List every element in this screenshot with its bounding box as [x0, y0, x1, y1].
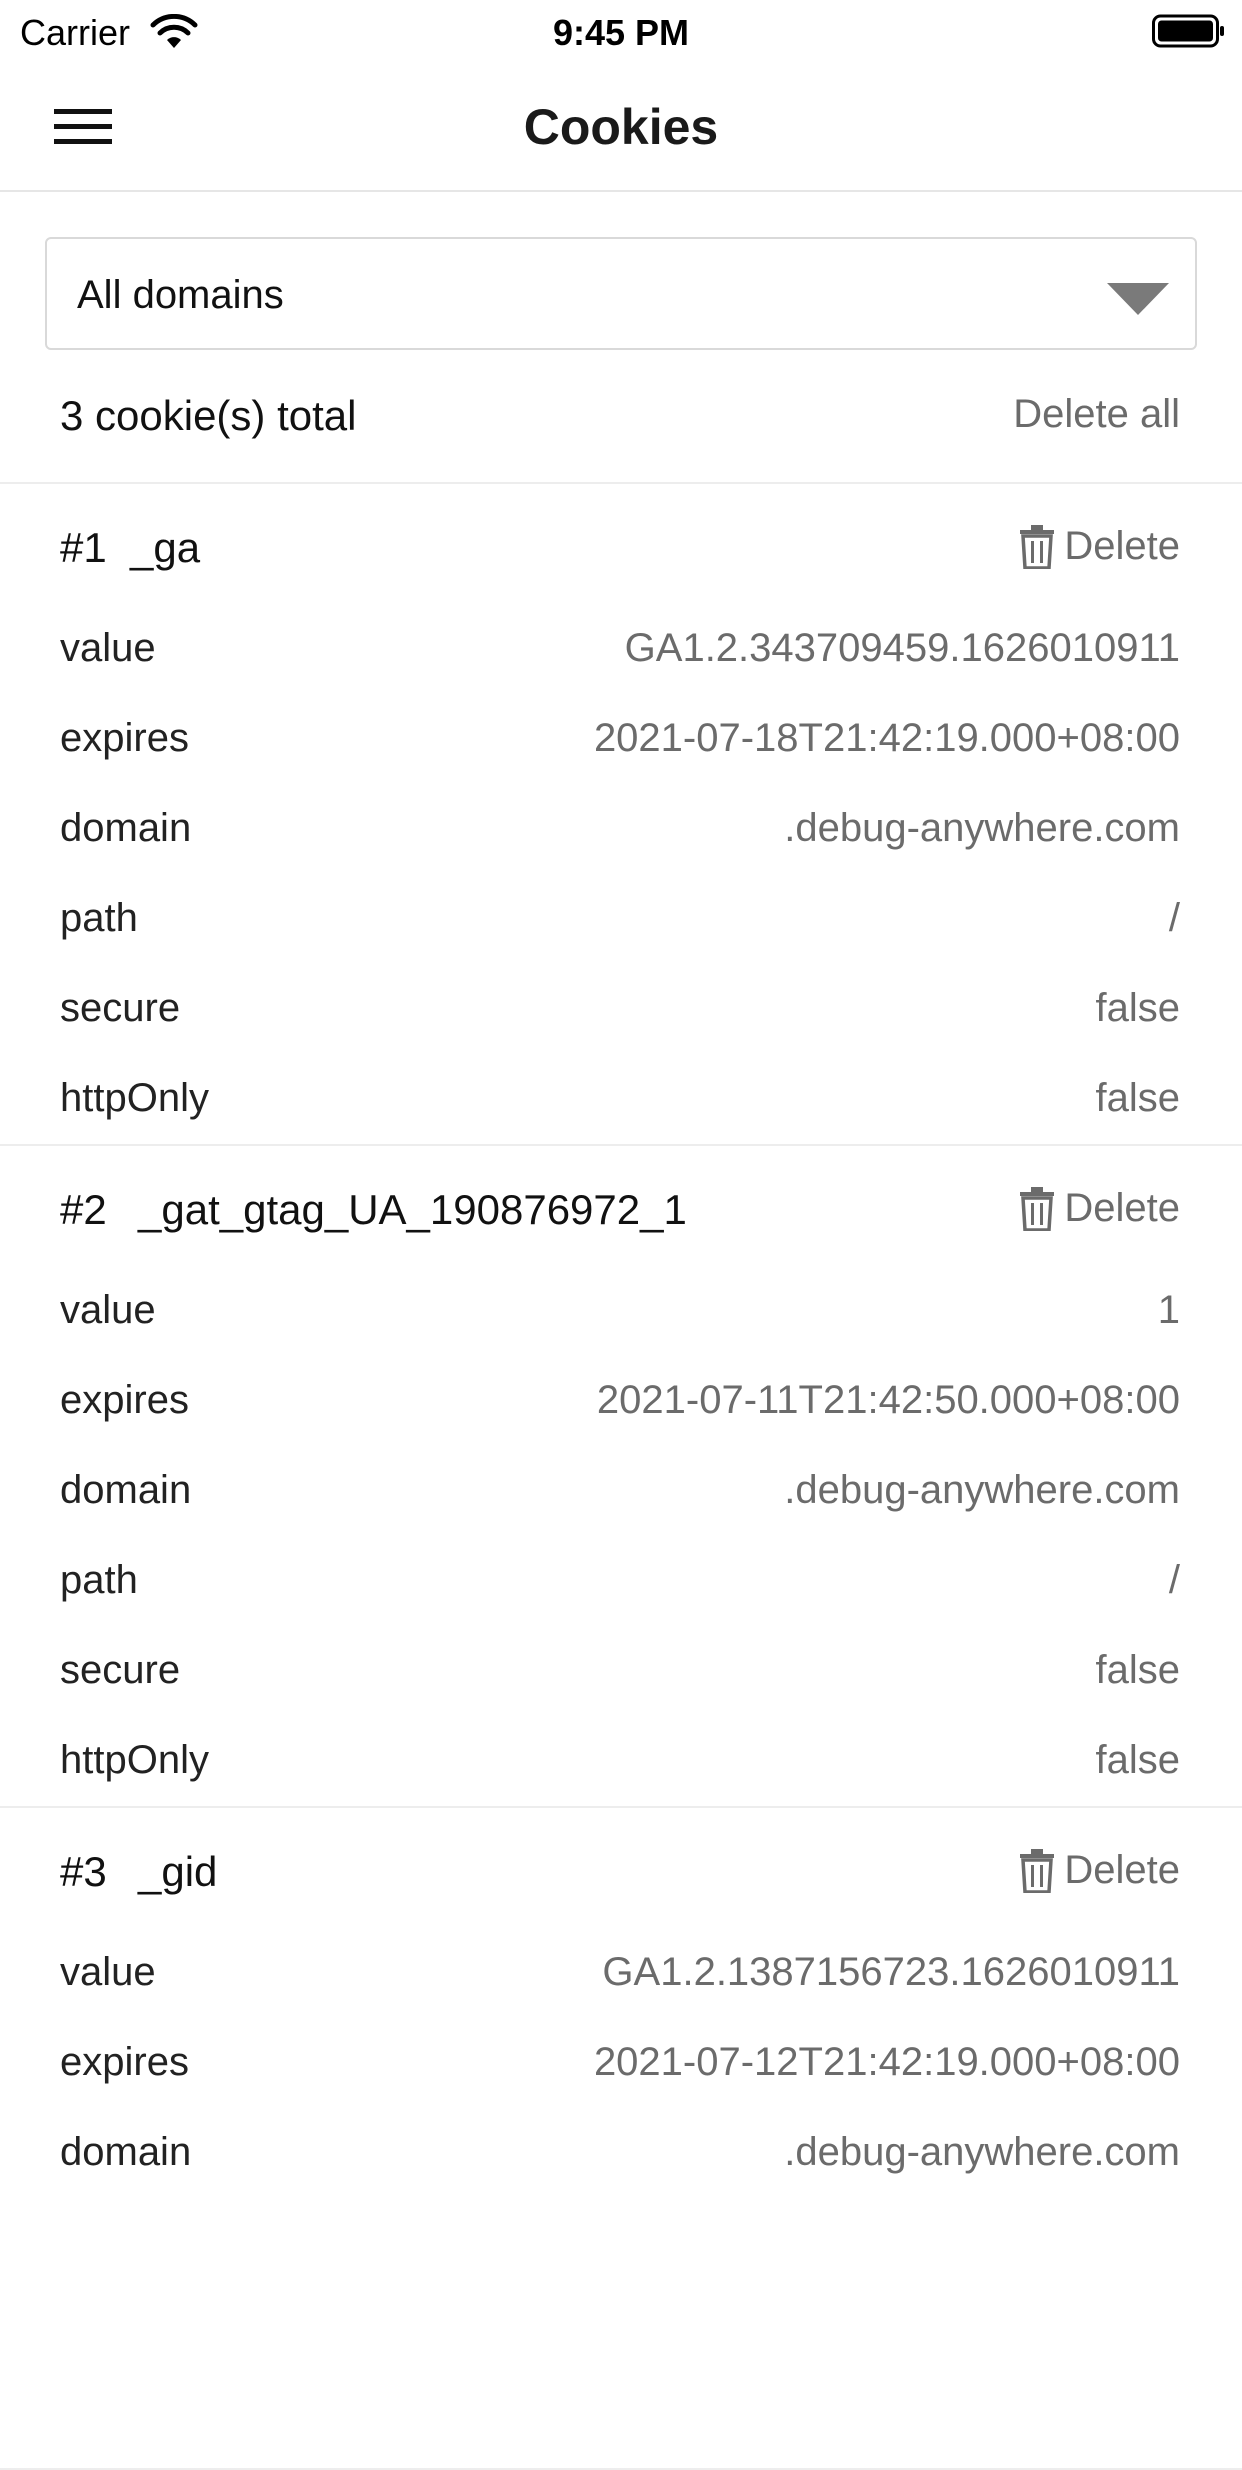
field-value: GA1.2.343709459.1626010911 [624, 626, 1180, 670]
cookie-count: 3 cookie(s) total [60, 392, 357, 439]
delete-cookie-button[interactable]: Delete [1018, 1186, 1180, 1231]
trash-icon [1020, 524, 1055, 569]
cookie-field-row: httpOnly false [0, 1054, 1242, 1144]
cookie-field-row: value GA1.2.343709459.1626010911 [0, 604, 1242, 694]
field-label: httpOnly [60, 1076, 209, 1120]
cookie-field-row: expires 2021-07-11T21:42:50.000+08:00 [0, 1356, 1242, 1446]
field-value: false [1095, 1738, 1181, 1782]
cookie-name: _ga [130, 524, 201, 571]
delete-label: Delete [1064, 1848, 1180, 1892]
status-time: 9:45 PM [552, 12, 690, 53]
domain-filter-select[interactable]: All domains [45, 237, 1197, 350]
field-label: domain [60, 1468, 192, 1512]
field-label: secure [60, 986, 181, 1030]
cookie-index: #3 [60, 1848, 107, 1895]
navigation-bar: Cookies [0, 62, 1242, 192]
domain-filter-value: All domains [77, 273, 284, 317]
battery-icon [1152, 14, 1224, 48]
field-label: httpOnly [60, 1738, 209, 1782]
cookie-field-row: secure false [0, 964, 1242, 1054]
field-value: GA1.2.1387156723.1626010911 [602, 1950, 1180, 1994]
field-value: 1 [1157, 1288, 1180, 1332]
page-title: Cookies [523, 99, 719, 155]
field-value: false [1095, 1076, 1181, 1120]
delete-all-button[interactable]: Delete all [1013, 392, 1180, 437]
field-value: false [1095, 1648, 1181, 1692]
cookie-field-row: value 1 [0, 1266, 1242, 1356]
field-value: 2021-07-12T21:42:19.000+08:00 [593, 2040, 1180, 2084]
cookie-field-row: domain .debug-anywhere.com [0, 2108, 1242, 2198]
delete-label: Delete [1064, 1186, 1180, 1230]
field-label: path [60, 1558, 138, 1602]
cookie-field-row: value GA1.2.1387156723.1626010911 [0, 1928, 1242, 2018]
field-value: .debug-anywhere.com [784, 1468, 1180, 1512]
cookie-field-row: httpOnly false [0, 1716, 1242, 1806]
cookie-card: #3 _gid Delete value GA1.2.1387156723.16260… [0, 1808, 1242, 2470]
field-label: domain [60, 2130, 192, 2174]
field-label: secure [60, 1648, 181, 1692]
cookie-field-row: secure false [0, 1626, 1242, 1716]
cookie-index: #2 [60, 1186, 107, 1233]
delete-cookie-button[interactable]: Delete [1018, 1848, 1180, 1893]
trash-icon [1020, 1848, 1055, 1893]
cookie-header: #3 _gid Delete [0, 1808, 1242, 1928]
field-value: 2021-07-11T21:42:50.000+08:00 [596, 1378, 1180, 1422]
chevron-down-icon [1107, 283, 1169, 315]
cookie-card: #1 _ga Delete value GA1.2.343709459.1626010… [0, 484, 1242, 1146]
field-label: expires [60, 1378, 189, 1422]
cookie-field-row: domain .debug-anywhere.com [0, 784, 1242, 874]
delete-label: Delete [1064, 524, 1180, 568]
cookie-header: #2 _gat_gtag_UA_190876972_1 Delete [0, 1146, 1242, 1266]
field-value: / [1168, 896, 1180, 940]
field-label: expires [60, 2040, 189, 2084]
field-label: expires [60, 716, 189, 760]
cookie-field-row: path / [0, 1536, 1242, 1626]
cookie-field-row: path / [0, 874, 1242, 964]
field-value: false [1095, 986, 1181, 1030]
field-label: value [60, 626, 156, 670]
field-label: domain [60, 806, 192, 850]
field-value: 2021-07-18T21:42:19.000+08:00 [593, 716, 1180, 760]
field-value: .debug-anywhere.com [784, 2130, 1180, 2174]
cookie-header: #1 _ga Delete [0, 484, 1242, 604]
field-value: / [1168, 1558, 1180, 1602]
field-value: .debug-anywhere.com [784, 806, 1180, 850]
trash-icon [1020, 1186, 1055, 1231]
cookie-field-row: expires 2021-07-12T21:42:19.000+08:00 [0, 2018, 1242, 2108]
cookie-name: _gat_gtag_UA_190876972_1 [138, 1186, 687, 1233]
cookie-field-row: domain .debug-anywhere.com [0, 1446, 1242, 1536]
cookie-name: _gid [138, 1848, 218, 1895]
field-label: value [60, 1288, 156, 1332]
cookie-field-row: expires 2021-07-18T21:42:19.000+08:00 [0, 694, 1242, 784]
delete-cookie-button[interactable]: Delete [1018, 524, 1180, 569]
field-label: value [60, 1950, 156, 1994]
cookie-card: #2 _gat_gtag_UA_190876972_1 Delete value 1 e… [0, 1146, 1242, 1808]
field-label: path [60, 896, 138, 940]
status-bar: Carrier 9:45 PM [0, 0, 1242, 62]
cookie-summary: 3 cookie(s) total Delete all [0, 350, 1242, 484]
cookie-index: #1 [60, 524, 107, 571]
